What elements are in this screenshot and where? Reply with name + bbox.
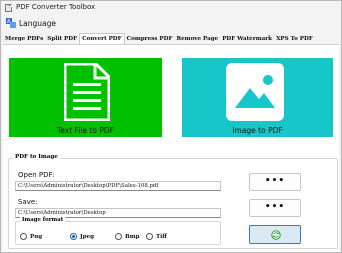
tab-strip: Merge PDFs Split PDF Convert PDF Compres… [3,33,339,45]
radio-circle-checked [70,233,77,240]
format-jpeg-label: Jpeg [80,233,95,240]
menu-bar: A Language [1,16,341,30]
title-bar: PDF Converter Toolbox [1,1,341,15]
convert-panel: Text File to PDF Image to PDF PDF to Ima… [3,45,339,252]
format-tiff-radio[interactable]: Tiff [146,233,167,240]
pdf-to-image-group: PDF to Image Open PDF: C:\Users\Administ… [8,154,338,249]
tab-xps-to-pdf[interactable]: XPS To PDF [274,34,315,44]
format-png-radio[interactable]: Png [20,233,42,240]
browse-open-button[interactable]: ••• [249,173,301,191]
convert-button[interactable] [249,225,301,244]
language-icon: A [6,18,16,28]
format-png-label: Png [30,233,43,240]
text-to-pdf-tile[interactable]: Text File to PDF [9,58,162,137]
image-format-group: Image format Png Jpeg Bmp Tiff [15,217,221,245]
image-to-pdf-label: Image to PDF [232,126,283,135]
group-title: PDF to Image [13,154,60,160]
image-icon [226,63,284,121]
radio-circle [146,233,153,240]
save-label: Save: [18,198,38,206]
tab-split-pdf[interactable]: Split PDF [45,34,79,44]
app-icon [5,4,12,12]
open-pdf-label: Open PDF: [18,171,55,179]
refresh-icon [271,230,281,240]
tab-convert-pdf[interactable]: Convert PDF [79,33,125,44]
text-to-pdf-label: Text File to PDF [56,126,114,135]
open-pdf-field[interactable]: C:\Users\Administrator\Desktop\PDF\Sales… [15,181,221,191]
radio-circle [20,233,27,240]
document-icon [64,63,110,121]
tab-pdf-watermark[interactable]: PDF Watermark [220,34,274,44]
svg-text:A: A [7,19,11,25]
tab-compress-pdf[interactable]: Compress PDF [125,34,175,44]
browse-save-button[interactable]: ••• [249,199,301,217]
format-bmp-radio[interactable]: Bmp [115,233,140,240]
format-tiff-label: Tiff [156,233,167,240]
radio-circle [115,233,122,240]
app-window: PDF Converter Toolbox A Language Merge P… [0,0,342,253]
format-bmp-label: Bmp [125,233,140,240]
tab-merge-pdfs[interactable]: Merge PDFs [3,34,45,44]
window-title: PDF Converter Toolbox [16,3,96,11]
image-format-title: Image format [20,217,66,223]
menu-language[interactable]: Language [19,19,56,28]
image-to-pdf-tile[interactable]: Image to PDF [182,58,333,137]
tab-remove-page[interactable]: Remove Page [174,34,220,44]
format-jpeg-radio[interactable]: Jpeg [70,233,94,240]
